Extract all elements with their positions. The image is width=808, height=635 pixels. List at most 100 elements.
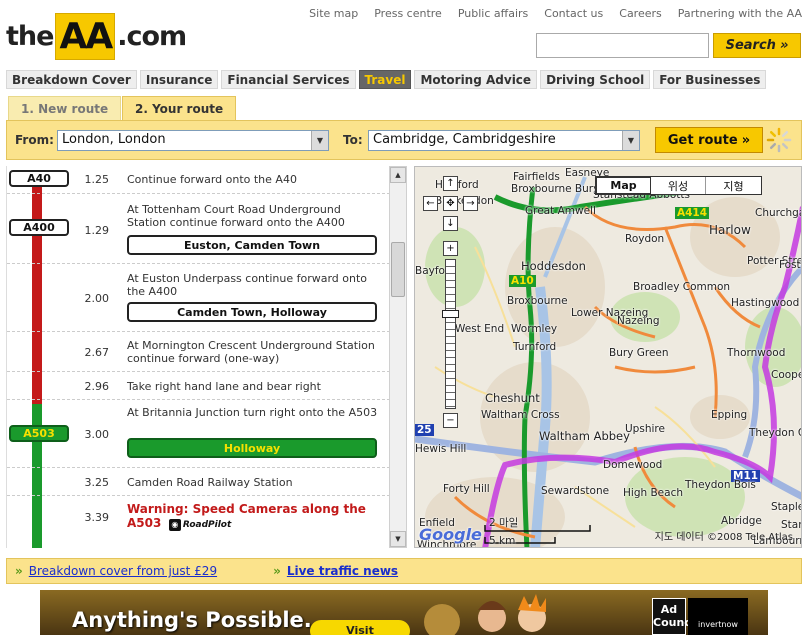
nav-tab-travel[interactable]: Travel [358,70,412,89]
warning-text: Warning: Speed Cameras along the A503 [127,502,366,530]
banner-ad[interactable]: Anything's Possible. Visit Ad Council in… [40,590,768,635]
double-chevron-icon: » [273,564,281,578]
to-select[interactable]: Cambridge, Cambridgeshire ▼ [368,130,640,151]
speed-camera-warning: Warning: Speed Cameras along the A503 ◉ … [127,502,382,531]
dropdown-arrow-icon[interactable]: ▼ [622,131,639,150]
zoom-slider-track[interactable] [445,259,456,409]
place-sign: Holloway [127,438,377,458]
from-select-value: London, London [62,132,166,147]
step-text: At Euston Underpass continue forward ont… [127,272,368,298]
banner-visit-button[interactable]: Visit [310,620,410,635]
step-text: At Tottenham Court Road Underground Stat… [127,203,345,229]
direction-step: 3.25 Camden Road Railway Station [7,468,390,496]
map-label: Abridge [721,515,762,527]
step-distance: 1.25 [84,173,110,186]
step-distance: 2.96 [84,380,110,393]
map-label: Forty Hill [443,483,490,495]
map-label: Theydon Bois [685,479,756,491]
zoom-slider-handle[interactable] [442,310,459,318]
toplink-contact-us[interactable]: Contact us [544,7,603,20]
map-label: Churchgate Street [755,207,801,219]
logo-the: the [6,20,54,52]
pan-right-icon[interactable]: → [463,196,478,211]
map-label: Harlow [709,223,751,237]
route-map[interactable]: A10 A414 M11 25 Hertford Easneye Stanste… [414,166,802,548]
map-label: Hastingwood [731,297,800,309]
map-label: Broxbourne Bury [511,183,600,195]
dropdown-arrow-icon[interactable]: ▼ [311,131,328,150]
get-route-button[interactable]: Get route » [655,127,763,153]
step-text: At Mornington Crescent Underground Stati… [127,339,375,365]
top-links: Site map Press centre Public affairs Con… [309,7,802,20]
step-text: Camden Road Railway Station [127,476,293,489]
search-button-label: Search [725,38,776,53]
double-chevron-icon: » [741,132,751,148]
double-chevron-icon: » [779,38,789,53]
map-type-terrain-button[interactable]: 지형 [706,177,761,194]
road-shield-a414: A414 [675,207,710,219]
to-label: To: [343,133,363,147]
step-text: At Britannia Junction turn right onto th… [127,406,378,419]
toplink-careers[interactable]: Careers [619,7,662,20]
step-distance: 1.29 [84,224,110,237]
breakdown-cover-link[interactable]: Breakdown cover from just £29 [29,564,217,578]
map-label: Nazeing [617,315,660,327]
nav-tab-driving-school[interactable]: Driving School [540,70,651,89]
scroll-down-arrow-icon[interactable]: ▼ [390,531,406,547]
search-input[interactable] [536,33,709,58]
google-logo[interactable]: Google [419,525,482,544]
map-label: Great Amwell [525,205,596,217]
pan-left-icon[interactable]: ← [423,196,438,211]
from-select[interactable]: London, London ▼ [57,130,329,151]
directions-panel: A40 1.25 Continue forward onto the A40 A… [6,166,408,548]
zoom-out-icon[interactable]: − [443,413,458,428]
nav-tab-insurance[interactable]: Insurance [139,70,219,89]
scroll-thumb[interactable] [391,242,405,297]
map-label: High Beach [623,487,683,499]
nav-tab-financial-services[interactable]: Financial Services [221,70,356,89]
step-text: Take right hand lane and bear right [127,380,321,393]
tab-your-route[interactable]: 2. Your route [122,96,237,120]
nav-tab-motoring-advice[interactable]: Motoring Advice [414,70,538,89]
zoom-in-icon[interactable]: + [443,241,458,256]
to-select-value: Cambridge, Cambridgeshire [373,132,556,147]
roadpilot-label: RoadPilot [182,519,232,530]
nav-tab-for-businesses[interactable]: For Businesses [653,70,767,89]
step-distance: 3.39 [84,511,110,524]
toplink-public-affairs[interactable]: Public affairs [458,7,528,20]
map-label: Stapleford Abbotts [771,501,801,513]
road-badge: A40 [9,170,69,187]
step-distance: 3.25 [84,476,110,489]
map-label: Upshire [625,423,665,435]
pan-up-icon[interactable]: ↑ [443,176,458,191]
camera-icon: ◉ [168,518,181,531]
scroll-up-arrow-icon[interactable]: ▲ [390,167,406,183]
search-button[interactable]: Search » [713,33,801,58]
toplink-press-centre[interactable]: Press centre [374,7,442,20]
map-label: Theydon Garnon [749,427,801,439]
aa-logo[interactable]: the AA .com [6,8,187,64]
place-sign: Euston, Camden Town [127,235,377,255]
direction-step: 2.96 Take right hand lane and bear right [7,372,390,400]
scale-km: 5 km [489,535,516,547]
directions-scrollbar[interactable]: ▲ ▼ [389,166,407,548]
nav-tab-breakdown-cover[interactable]: Breakdown Cover [6,70,137,89]
road-shield-m25: 25 [415,424,434,436]
direction-step: 3.39 Warning: Speed Cameras along the A5… [7,496,390,546]
map-type-map-button[interactable]: Map [596,177,651,194]
pan-down-icon[interactable]: ↓ [443,216,458,231]
live-traffic-link[interactable]: Live traffic news [287,564,398,578]
map-label: Thornwood [727,347,786,359]
toplink-partnering[interactable]: Partnering with the AA [678,7,802,20]
main-nav: Breakdown Cover Insurance Financial Serv… [6,70,767,89]
tab-new-route[interactable]: 1. New route [8,96,122,120]
map-type-switcher: Map 위성 지형 [595,176,762,195]
toplink-site-map[interactable]: Site map [309,7,358,20]
pan-center-icon[interactable]: ✥ [443,196,458,211]
map-label: Hoddesdon [521,259,586,273]
map-type-satellite-button[interactable]: 위성 [651,177,706,194]
map-label: Bury Green [609,347,669,359]
roadpilot-logo: ◉ RoadPilot [168,518,232,531]
map-label: Domewood [603,459,663,471]
scale-miles: 2 마일 [489,517,519,529]
